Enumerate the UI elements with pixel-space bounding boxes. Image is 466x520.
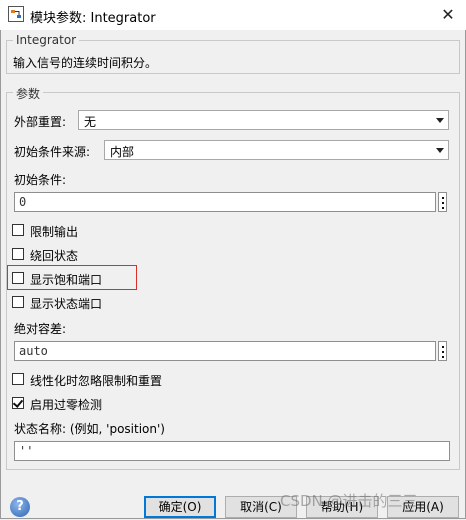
- parameters-group-title: 参数: [13, 85, 44, 102]
- abs-tolerance-more-button[interactable]: [438, 341, 447, 361]
- external-reset-value: 无: [84, 115, 97, 129]
- window-title: 模块参数: Integrator: [30, 11, 156, 26]
- chevron-down-icon: [436, 148, 444, 153]
- help-icon[interactable]: ?: [10, 497, 30, 517]
- zero-crossing-checkbox[interactable]: [12, 397, 24, 409]
- checkmark-icon: [12, 397, 24, 408]
- limit-output-label: 限制输出: [30, 225, 79, 239]
- state-name-value: '': [19, 444, 34, 458]
- abs-tolerance-label: 绝对容差:: [14, 322, 67, 336]
- state-name-field[interactable]: '': [14, 441, 450, 461]
- initial-source-select[interactable]: 内部: [104, 140, 449, 160]
- state-name-label: 状态名称: (例如, 'position'): [14, 422, 165, 436]
- initial-condition-value: 0: [19, 195, 27, 209]
- block-description: 输入信号的连续时间积分。: [13, 56, 158, 70]
- initial-condition-field[interactable]: 0: [14, 192, 436, 212]
- limit-output-checkbox[interactable]: [12, 224, 24, 236]
- external-reset-select[interactable]: 无: [78, 110, 449, 130]
- initial-condition-label: 初始条件:: [14, 173, 67, 187]
- ignore-limit-linearize-checkbox[interactable]: [12, 373, 24, 385]
- ignore-limit-linearize-label: 线性化时忽略限制和重置: [30, 374, 163, 388]
- abs-tolerance-value: auto: [19, 344, 48, 358]
- show-saturation-port-checkbox[interactable]: [12, 272, 24, 284]
- initial-condition-more-button[interactable]: [438, 192, 447, 212]
- initial-source-value: 内部: [110, 145, 135, 159]
- abs-tolerance-field[interactable]: auto: [14, 341, 436, 361]
- ok-button[interactable]: 确定(O): [144, 496, 216, 518]
- zero-crossing-label: 启用过零检测: [30, 398, 103, 412]
- simulink-app-icon: [8, 6, 24, 22]
- external-reset-label: 外部重置:: [14, 115, 67, 129]
- show-state-port-label: 显示状态端口: [30, 297, 103, 311]
- initial-source-label: 初始条件来源:: [14, 145, 91, 159]
- close-icon[interactable]: ✕: [434, 2, 462, 28]
- csdn-watermark: CSDN @进击的三三: [280, 492, 418, 510]
- wrap-state-checkbox[interactable]: [12, 248, 24, 260]
- show-state-port-checkbox[interactable]: [12, 296, 24, 308]
- wrap-state-label: 绕回状态: [30, 249, 79, 263]
- show-saturation-port-label: 显示饱和端口: [30, 273, 103, 287]
- chevron-down-icon: [436, 118, 444, 123]
- description-group-title: Integrator: [13, 33, 80, 47]
